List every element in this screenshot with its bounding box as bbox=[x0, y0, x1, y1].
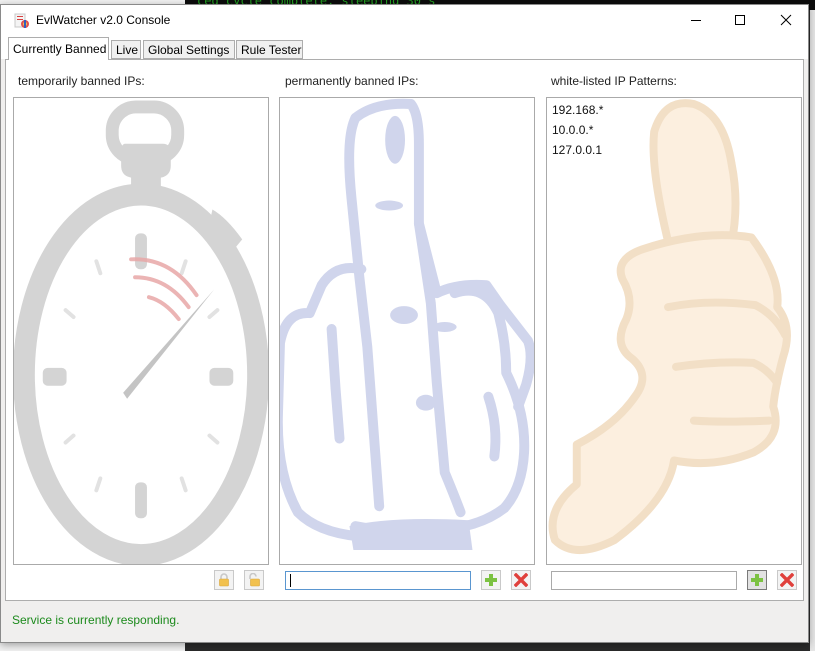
list-item[interactable]: 192.168.* bbox=[552, 102, 603, 122]
permanent-bans-label: permanently banned IPs: bbox=[285, 74, 419, 88]
whitelist-list[interactable]: 192.168.* 10.0.0.* 127.0.0.1 bbox=[546, 97, 802, 565]
unlock-button[interactable] bbox=[244, 570, 264, 590]
temporary-bans-list[interactable] bbox=[13, 97, 269, 565]
status-text: Service is currently responding. bbox=[12, 613, 180, 627]
middle-finger-illustration bbox=[280, 98, 534, 551]
lock-open-icon bbox=[249, 573, 260, 587]
close-button[interactable] bbox=[763, 5, 809, 35]
whitelist-label: white-listed IP Patterns: bbox=[551, 74, 677, 88]
add-whitelist-button[interactable] bbox=[747, 570, 767, 590]
tab-rule-tester[interactable]: Rule Tester bbox=[236, 40, 303, 59]
title-bar[interactable]: EvlWatcher v2.0 Console bbox=[1, 5, 808, 35]
remove-whitelist-button[interactable] bbox=[777, 570, 797, 590]
add-permanent-ban-button[interactable] bbox=[481, 570, 501, 590]
main-window: EvlWatcher v2.0 Console Currently Banned… bbox=[0, 4, 809, 643]
lock-closed-icon bbox=[219, 573, 229, 587]
desktop-background-right bbox=[810, 10, 815, 651]
lock-button[interactable] bbox=[214, 570, 234, 590]
stopwatch-illustration bbox=[14, 100, 268, 564]
minimize-icon bbox=[691, 20, 701, 21]
close-icon bbox=[780, 14, 792, 26]
tab-global-settings[interactable]: Global Settings bbox=[143, 40, 235, 59]
whitelist-pattern-input[interactable] bbox=[551, 571, 737, 590]
temporary-bans-label: temporarily banned IPs: bbox=[18, 74, 145, 88]
thumbs-up-illustration bbox=[548, 99, 791, 554]
plus-icon bbox=[751, 574, 763, 586]
maximize-button[interactable] bbox=[717, 5, 763, 35]
list-item[interactable]: 10.0.0.* bbox=[552, 122, 603, 142]
tab-currently-banned[interactable]: Currently Banned bbox=[8, 37, 109, 60]
remove-permanent-ban-button[interactable] bbox=[511, 570, 531, 590]
x-icon bbox=[514, 573, 528, 587]
evlwatcher-app-icon bbox=[14, 13, 29, 28]
permanent-ban-ip-input[interactable] bbox=[285, 571, 471, 590]
x-icon bbox=[780, 573, 794, 587]
whitelist-items: 192.168.* 10.0.0.* 127.0.0.1 bbox=[552, 102, 603, 162]
tab-live[interactable]: Live bbox=[111, 40, 141, 59]
minimize-button[interactable] bbox=[673, 5, 719, 35]
permanent-bans-list[interactable] bbox=[279, 97, 535, 565]
maximize-icon bbox=[735, 15, 745, 25]
text-caret bbox=[290, 574, 291, 587]
currently-banned-page: temporarily banned IPs: permanently bann… bbox=[5, 59, 804, 601]
plus-icon bbox=[485, 574, 497, 586]
window-title: EvlWatcher v2.0 Console bbox=[36, 13, 171, 27]
tab-strip: Currently Banned Live Global Settings Ru… bbox=[1, 35, 808, 60]
list-item[interactable]: 127.0.0.1 bbox=[552, 142, 603, 162]
